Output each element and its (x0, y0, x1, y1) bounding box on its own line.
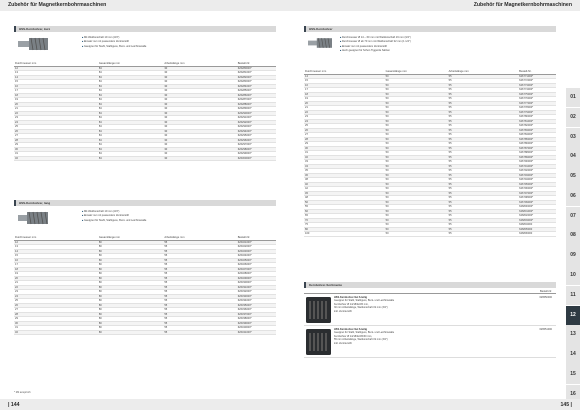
chapter-tab-01[interactable]: 01 (566, 88, 580, 108)
left-footer-bar: | 144 (0, 399, 290, 410)
product-table: Durchmesser mm Gesamtlänge mm Arbeitslänge… (304, 68, 556, 237)
chapter-tab-04[interactable]: 04 (566, 147, 580, 167)
table-cell: 626341000* (236, 330, 276, 335)
table-cell: 626300000* (236, 156, 276, 161)
bullet-item: Geeignet für Stahl, Stahlguss, Bunt- und… (82, 219, 146, 223)
chapter-tab-03[interactable]: 03 (566, 127, 580, 147)
table-row: 32 84 30 626300000* (14, 156, 276, 161)
chapter-tab-06[interactable]: 06 (566, 186, 580, 207)
table-row: 32 80 55 626341000* (14, 330, 276, 335)
set-order-number: 626551000 (539, 328, 552, 331)
left-header-title: Zubehör für Magnetkernbohrmaschinen (8, 2, 107, 8)
core-drill-image (18, 211, 48, 225)
chapter-tab-12[interactable]: 12 (566, 305, 580, 325)
set-row: HSS-Kernbohrer-Set 6-teilig Geeignet für… (304, 326, 556, 358)
core-drill-image (18, 37, 48, 51)
set-order-number-label: Bestell-Nr. (540, 289, 552, 293)
chapter-tab-14[interactable]: 14 (566, 345, 580, 365)
product-table: Durchmesser mm Gesamtlänge mm Arbeitslänge… (14, 234, 276, 335)
bullet-list: Durchmesser Ø 14 – 60 mm mit Weldonschaf… (340, 36, 411, 54)
section-short-core-drills: HSS-Kernbohrer, kurz Mit Weldonschaft 19… (14, 26, 276, 161)
drill-case-image (306, 329, 331, 355)
right-footer-bar: 145 | (290, 399, 580, 410)
left-page: Zubehör für Magnetkernbohrmaschinen HSS-… (0, 0, 290, 410)
chapter-tab-02[interactable]: 02 (566, 107, 580, 128)
bullet-item: Geeignet für Stahl, Stahlguss, Bunt- und… (82, 45, 146, 49)
section-long-core-drills: HSS-Kernbohrer, lang Mit Weldonschaft 19… (14, 200, 276, 335)
section-info: Durchmesser Ø 14 – 60 mm mit Weldonschaf… (304, 32, 556, 68)
chapter-tab-09[interactable]: 09 (566, 246, 580, 266)
chapter-tab-13[interactable]: 13 (566, 325, 580, 345)
right-header-title: Zubehör für Magnetkernbohrmaschinen (473, 2, 572, 8)
set-line: inkl. Zentrierstift (334, 309, 352, 313)
chapter-tab-08[interactable]: 08 (566, 226, 580, 246)
set-order-number: 626550000 (539, 296, 552, 299)
chapter-tab-15[interactable]: 15 (566, 364, 580, 385)
set-line: inkl. Zentrierstift (334, 341, 352, 345)
chapter-tab-10[interactable]: 10 (566, 266, 580, 286)
table-cell: 100 (304, 231, 385, 237)
section-info: Mit Weldonschaft 19 mm (3/4") Einsatz nu… (14, 32, 276, 60)
footnote: * Mit ansprüch (14, 391, 31, 394)
table-cell: 55 (163, 330, 237, 335)
chapter-tab-07[interactable]: 07 (566, 206, 580, 227)
core-drill-image (308, 38, 332, 48)
table-cell: 30 (163, 156, 237, 161)
left-header-bar: Zubehör für Magnetkernbohrmaschinen (0, 0, 290, 11)
table-row: 100 50 55 626806000 (304, 231, 556, 237)
product-table: Durchmesser mm Gesamtlänge mm Arbeitslänge… (14, 60, 276, 161)
bullet-list: Mit Weldonschaft 19 mm (3/4") Einsatz nu… (82, 36, 146, 49)
table-cell: 32 (14, 156, 98, 161)
left-page-number: | 144 (8, 401, 20, 408)
set-description: HSS-Kernbohrer-Set 6-teilig Geeignet für… (334, 296, 474, 313)
section-info: Mit Weldonschaft 19 mm (3/4") Einsatz nu… (14, 206, 276, 234)
right-page-number: 145 | (560, 401, 572, 408)
bullet-item: Auch geeignet für Schon Tiggerde Sätzen (340, 49, 411, 53)
table-cell: 55 (447, 231, 519, 237)
table-cell: 626806000 (518, 231, 556, 237)
chapter-tabs: 01 02 03 04 05 06 07 08 09 10 11 12 13 14 15 16 (566, 88, 580, 405)
chapter-tab-11[interactable]: 11 (566, 285, 580, 306)
right-page: Zubehör für Magnetkernbohrmaschinen HSS-… (290, 0, 580, 410)
core-drill-sets: Kernbohrer-Sortimente Bestell-Nr. HSS-Ke… (304, 282, 556, 358)
table-cell: 80 (97, 330, 164, 335)
drill-case-image (306, 297, 331, 323)
table-cell: 84 (97, 156, 164, 161)
table-cell: 32 (14, 330, 98, 335)
set-row: HSS-Kernbohrer-Set 6-teilig Geeignet für… (304, 294, 556, 326)
bullet-list: Mit Weldonschaft 19 mm (3/4") Einsatz nu… (82, 210, 146, 223)
chapter-tab-05[interactable]: 05 (566, 167, 580, 187)
section-core-drills: HSS-Kernbohrer Durchmesser Ø 14 – 60 mm … (304, 26, 556, 237)
table-cell: 50 (384, 231, 448, 237)
set-description: HSS-Kernbohrer-Set 6-teilig Geeignet für… (334, 328, 474, 345)
right-header-bar: Zubehör für Magnetkernbohrmaschinen (290, 0, 580, 11)
